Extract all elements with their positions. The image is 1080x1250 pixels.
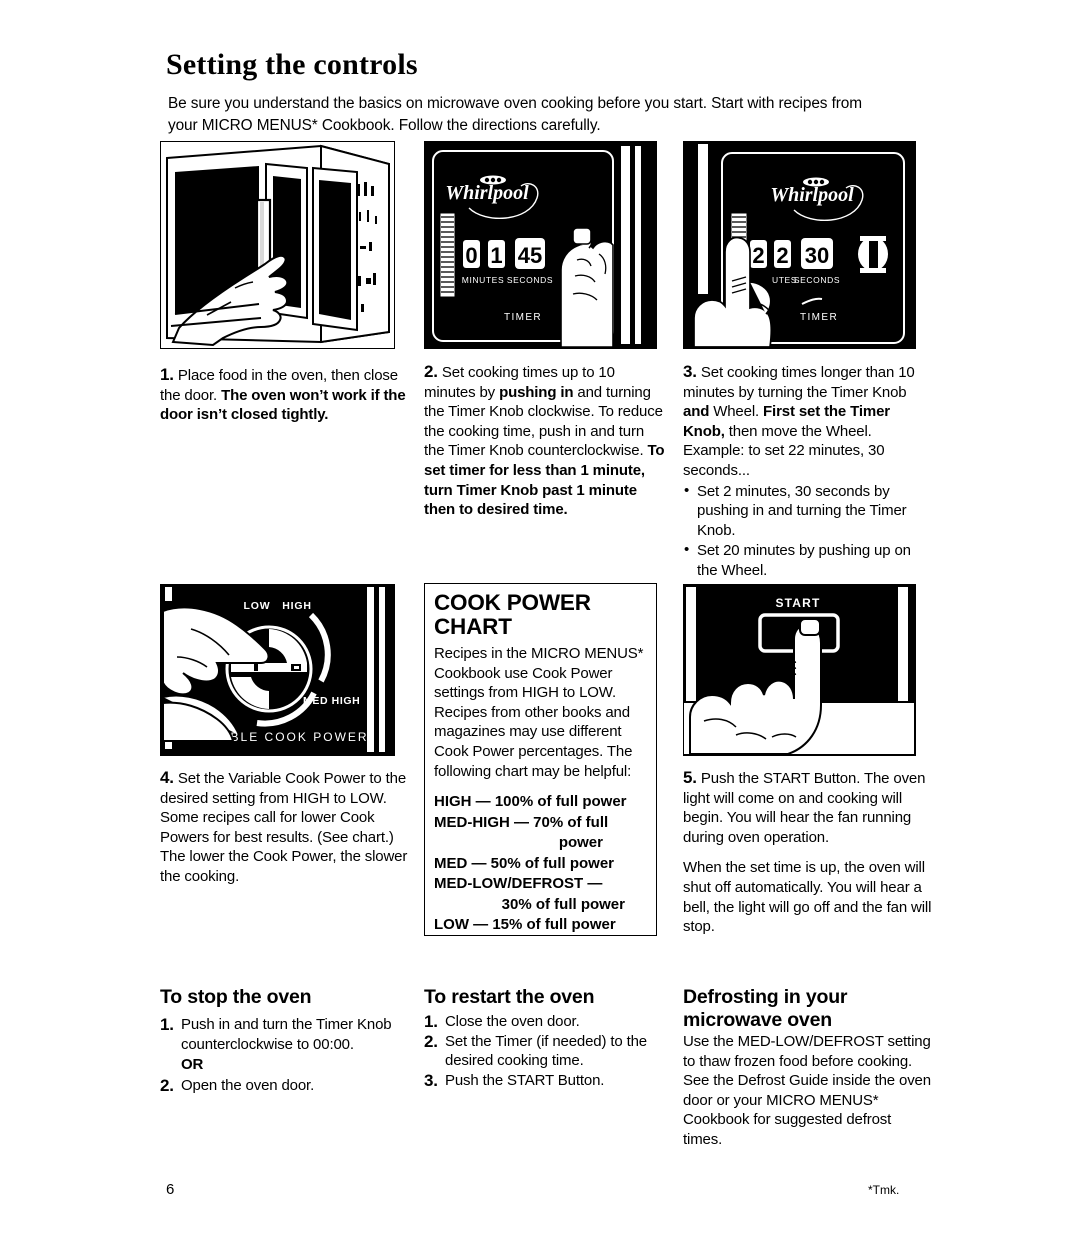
table-row-continuation: power bbox=[558, 834, 603, 852]
digit-seconds: 45 bbox=[518, 243, 542, 268]
chart-title-line-2: CHART bbox=[434, 614, 512, 639]
step-4-text: 4. Set the Variable Cook Power to the de… bbox=[160, 768, 408, 887]
digit-minutes-2: 1 bbox=[490, 243, 502, 268]
table-row: MED-HIGH — 70% of full bbox=[434, 813, 609, 831]
step-5-text: 5. Push the START Button. The oven light… bbox=[683, 768, 933, 937]
step-5-paragraph-1: Push the START Button. The oven light wi… bbox=[683, 770, 926, 846]
brand-wordmark: Whirlpool bbox=[770, 184, 854, 206]
section-heading-stop-oven: To stop the oven bbox=[160, 986, 312, 1008]
figure-control-panel-wheel: Whirlpool 2 2 30 UTES SECONDS TIMER bbox=[683, 141, 916, 349]
cook-power-chart-box: COOK POWER CHART Recipes in the MICRO ME… bbox=[424, 583, 657, 936]
list-item: Push in and turn the Timer Knob counterc… bbox=[181, 1016, 392, 1053]
figure-oven-door bbox=[160, 141, 395, 349]
list-number: 3. bbox=[424, 1070, 438, 1090]
digit-seconds: 30 bbox=[805, 243, 829, 268]
step-3-text: 3. Set cooking times longer than 10 minu… bbox=[683, 362, 933, 581]
cook-power-chart-body: Recipes in the MICRO MENUS* Cookbook use… bbox=[434, 645, 644, 780]
label-med-high: MED HIGH bbox=[303, 695, 360, 707]
step-5-paragraph-2: When the set time is up, the oven will s… bbox=[683, 859, 932, 936]
table-row: MED — 50% of full power bbox=[434, 854, 615, 872]
step-2-body-bold-1: pushing in bbox=[499, 383, 574, 401]
label-seconds: SECONDS bbox=[507, 275, 553, 285]
table-row-continuation: 30% of full power bbox=[501, 895, 625, 913]
list-item: Set 2 minutes, 30 seconds by pushing in … bbox=[683, 481, 933, 541]
step-3-bullet-list: Set 2 minutes, 30 seconds by pushing in … bbox=[683, 481, 933, 581]
step-3-number: 3. bbox=[683, 362, 697, 381]
list-item: Set the Timer (if needed) to the desired… bbox=[445, 1032, 647, 1070]
step-1-number: 1. bbox=[160, 365, 174, 384]
digit-minutes-1: 2 bbox=[752, 243, 764, 268]
list-item-or: OR bbox=[181, 1056, 204, 1074]
label-timer: TIMER bbox=[504, 312, 542, 323]
list-item: Open the oven door. bbox=[181, 1076, 315, 1094]
defrosting-heading-line-2: microwave oven bbox=[683, 1009, 832, 1031]
step-4-body: Set the Variable Cook Power to the desir… bbox=[160, 770, 408, 885]
stop-oven-list: 1. Push in and turn the Timer Knob count… bbox=[160, 1015, 408, 1095]
defrosting-body: Use the MED-LOW/DEFROST setting to thaw … bbox=[683, 1033, 931, 1148]
page-title: Setting the controls bbox=[166, 48, 418, 81]
intro-paragraph: Be sure you understand the basics on mic… bbox=[168, 95, 862, 134]
brand-wordmark: Whirlpool bbox=[445, 182, 529, 204]
label-low: LOW bbox=[244, 600, 271, 612]
label-minutes: MINUTES bbox=[462, 275, 504, 285]
table-row: HIGH — 100% of full power bbox=[434, 793, 627, 811]
chart-title-line-1: COOK POWER bbox=[434, 590, 591, 615]
step-5-number: 5. bbox=[683, 768, 697, 787]
digit-minutes-1: 0 bbox=[465, 243, 477, 268]
cook-power-chart-title: COOK POWER CHART bbox=[434, 591, 647, 639]
section-heading-defrosting: Defrosting in your microwave oven bbox=[683, 986, 933, 1032]
list-number: 1. bbox=[424, 1012, 438, 1031]
restart-oven-list: 1. Close the oven door. 2. Set the Timer… bbox=[424, 1012, 672, 1090]
step-3-body-normal-2: Wheel. bbox=[709, 403, 764, 421]
list-item: Set 20 minutes by pushing up on the Whee… bbox=[683, 540, 933, 580]
label-seconds: SECONDS bbox=[794, 275, 840, 285]
figure-control-panel-timer: Whirlpool 0 1 45 MINUTES SECONDS TIMER bbox=[424, 141, 657, 349]
page-number: 6 bbox=[166, 1181, 175, 1198]
step-3-body-bold-1: and bbox=[683, 403, 710, 421]
list-item: Close the oven door. bbox=[445, 1013, 580, 1030]
list-item: Push the START Button. bbox=[445, 1071, 605, 1089]
list-number: 1. bbox=[160, 1015, 174, 1034]
defrosting-heading-line-1: Defrosting in your bbox=[683, 986, 848, 1008]
section-heading-restart-oven: To restart the oven bbox=[424, 986, 595, 1008]
cook-power-chart-rows: HIGH — 100% of full power MED-HIGH — 70%… bbox=[434, 792, 647, 936]
step-2-number: 2. bbox=[424, 362, 438, 381]
figure-variable-cook-power-dial: LOW HIGH MED HIGH VARIABLE COOK POWER bbox=[160, 584, 395, 756]
digit-minutes-2: 2 bbox=[776, 243, 788, 268]
label-high: HIGH bbox=[282, 600, 311, 612]
table-row: MED-LOW/DEFROST — bbox=[434, 875, 603, 893]
trademark-note: *Tmk. bbox=[868, 1183, 900, 1197]
list-number: 2. bbox=[160, 1075, 174, 1095]
step-3-body-normal-1: Set cooking times longer than 10 minutes… bbox=[683, 364, 915, 401]
step-4-number: 4. bbox=[160, 768, 174, 787]
list-number: 2. bbox=[424, 1031, 438, 1051]
label-timer: TIMER bbox=[800, 312, 838, 323]
figure-start-button: START bbox=[683, 584, 916, 756]
label-start: START bbox=[775, 596, 820, 610]
table-row: LOW — 15% of full power bbox=[434, 916, 616, 934]
manual-page: Setting the controls Be sure you underst… bbox=[0, 0, 1080, 1250]
step-1-text: 1. Place food in the oven, then close th… bbox=[160, 365, 408, 425]
step-2-text: 2. Set cooking times up to 10 minutes by… bbox=[424, 362, 666, 520]
